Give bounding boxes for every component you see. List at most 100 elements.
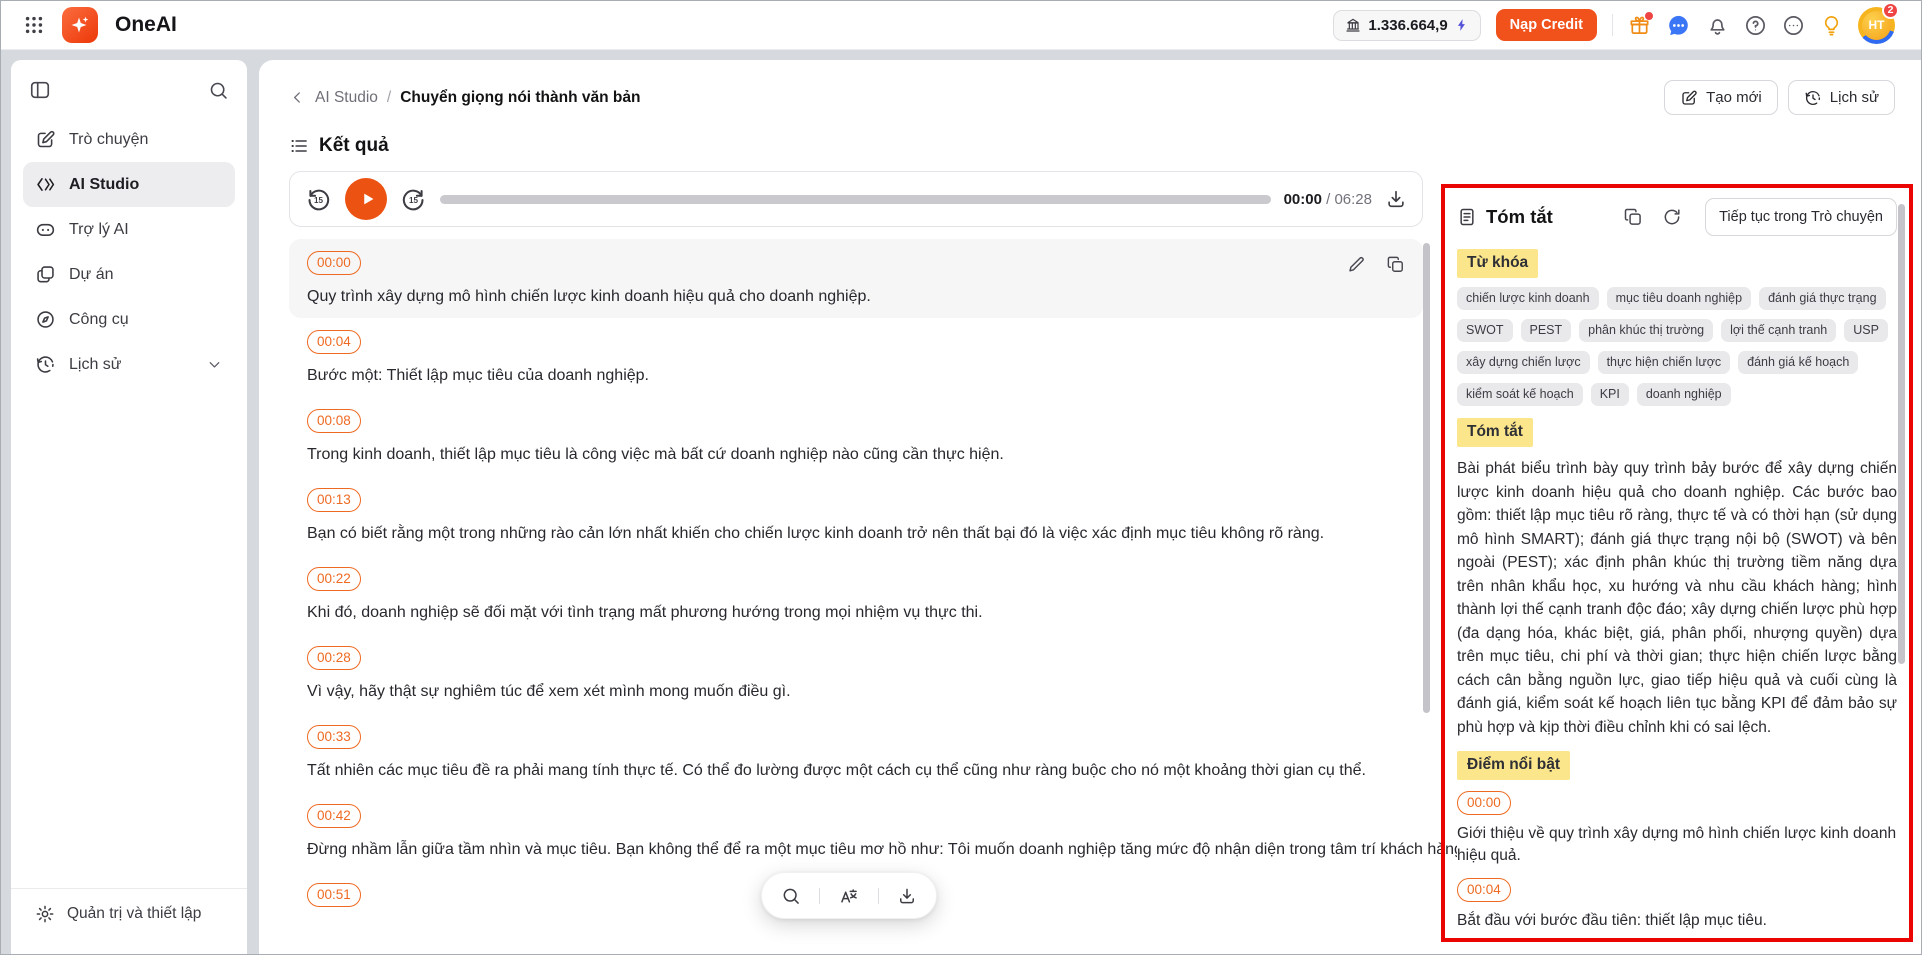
keywords-row: xây dựng chiến lược thực hiện chiến lược… (1457, 351, 1897, 374)
sidebar-item-history[interactable]: Lịch sử (23, 342, 235, 387)
sidebar-item-label: Dự án (69, 265, 114, 283)
keyword-tag[interactable]: kiểm soát kế hoạch (1457, 383, 1583, 406)
breadcrumb-current: Chuyển giọng nói thành văn bản (400, 88, 641, 106)
segment-timestamp[interactable]: 00:22 (307, 567, 361, 591)
chat-bubble-icon[interactable] (1666, 13, 1691, 38)
keyword-tag[interactable]: KPI (1590, 383, 1629, 406)
avatar[interactable]: HT 2 (1858, 1, 1899, 44)
credit-balance-pill[interactable]: 1.336.664,9 (1333, 9, 1481, 41)
keyword-tag[interactable]: mục tiêu doanh nghiệp (1606, 287, 1752, 310)
keyword-tag[interactable]: đánh giá kế hoạch (1738, 351, 1859, 374)
segment-timestamp[interactable]: 00:00 (307, 251, 361, 275)
download-icon[interactable] (897, 886, 917, 906)
forward-15-icon[interactable]: 15 (400, 186, 427, 213)
seek-bar[interactable] (440, 194, 1271, 204)
idea-lamp-icon[interactable] (1820, 14, 1843, 37)
keyword-tag[interactable]: phân khúc thị trường (1579, 319, 1714, 342)
history-button[interactable]: Lịch sử (1787, 80, 1895, 115)
rewind-15-icon[interactable]: 15 (305, 186, 332, 213)
search-icon[interactable] (208, 80, 229, 101)
sidebar-item-tools[interactable]: Công cụ (23, 297, 235, 342)
transcript-segment[interactable]: 00:33 Tất nhiên các mục tiêu đề ra phải … (289, 713, 1423, 792)
sidebar-nav: Trò chuyện AI Studio Trợ lý AI Dự án Côn… (11, 113, 247, 391)
copy-icon[interactable] (1386, 255, 1405, 274)
gift-icon[interactable] (1628, 11, 1653, 37)
list-icon (289, 136, 309, 156)
breadcrumb-parent[interactable]: AI Studio (315, 89, 378, 107)
sidebar-item-projects[interactable]: Dự án (23, 252, 235, 297)
results-title-label: Kết quả (319, 135, 389, 156)
translate-icon[interactable] (839, 886, 859, 906)
copy-summary-icon[interactable] (1623, 207, 1643, 227)
notification-count-badge: 2 (1882, 1, 1899, 19)
toolbar-divider (819, 887, 821, 904)
player-time-separator: / (1326, 190, 1331, 208)
bell-icon[interactable] (1706, 14, 1729, 37)
segment-text: Vì vậy, hãy thật sự nghiêm túc để xem xé… (307, 683, 791, 700)
play-button[interactable] (345, 178, 387, 220)
segment-timestamp[interactable]: 00:33 (307, 725, 361, 749)
credit-balance: 1.336.664,9 (1368, 16, 1448, 34)
transcript-segment[interactable]: 00:04 Bước một: Thiết lập mục tiêu của d… (289, 318, 1423, 397)
segment-timestamp[interactable]: 00:13 (307, 488, 361, 512)
continue-in-chat-button[interactable]: Tiếp tục trong Trò chuyện (1705, 198, 1897, 236)
keyword-tag[interactable]: thực hiện chiến lược (1597, 351, 1731, 374)
sidebar-item-chat[interactable]: Trò chuyện (23, 117, 235, 162)
sidebar-footer-label: Quản trị và thiết lập (67, 905, 202, 922)
svg-text:15: 15 (409, 195, 418, 204)
keyword-tag[interactable]: đánh giá thực trạng (1759, 287, 1886, 310)
segment-timestamp[interactable]: 00:28 (307, 646, 361, 670)
segment-text: Bạn có biết rằng một trong những rào cản… (307, 525, 1325, 542)
more-icon[interactable] (1782, 14, 1805, 37)
download-audio-icon[interactable] (1385, 188, 1407, 210)
segment-timestamp[interactable]: 00:04 (307, 330, 361, 354)
sidebar-item-admin-settings[interactable]: Quản trị và thiết lập (11, 888, 247, 954)
summary-label: Tóm tắt (1457, 418, 1533, 447)
player-time: 00:00 / 06:28 (1284, 191, 1372, 208)
transcript-segment[interactable]: 00:28 Vì vậy, hãy thật sự nghiêm túc để … (289, 634, 1423, 713)
highlight-text: Bắt đầu với bước đầu tiên: thiết lập mục… (1457, 912, 1767, 929)
keyword-tag[interactable]: lợi thế cạnh tranh (1721, 319, 1837, 342)
segment-timestamp[interactable]: 00:51 (307, 883, 361, 907)
keyword-tag[interactable]: SWOT (1457, 319, 1513, 342)
highlight-timestamp[interactable]: 00:04 (1457, 878, 1511, 902)
segment-text: Quy trình xây dựng mô hình chiến lược ki… (307, 288, 871, 305)
main-scrollbar[interactable] (1423, 243, 1430, 713)
search-icon[interactable] (781, 886, 801, 906)
history-label: Lịch sử (1829, 89, 1879, 106)
keyword-tag[interactable]: chiến lược kinh doanh (1457, 287, 1599, 310)
sidebar-item-ai-studio[interactable]: AI Studio (23, 162, 235, 207)
transcript-segment[interactable]: 00:22 Khi đó, doanh nghiệp sẽ đối mặt vớ… (289, 555, 1423, 634)
oneai-logo-icon[interactable] (62, 7, 98, 43)
sidebar-item-label: Công cụ (69, 310, 129, 328)
transcript-list: 00:00 Quy trình xây dựng mô hình chiến l… (289, 239, 1468, 919)
audio-player: 15 15 00:00 / 06:28 (289, 171, 1423, 227)
create-new-button[interactable]: Tạo mới (1664, 80, 1778, 115)
segment-text: Khi đó, doanh nghiệp sẽ đối mặt với tình… (307, 604, 983, 621)
panel-toggle-icon[interactable] (29, 79, 51, 101)
segment-timestamp[interactable]: 00:08 (307, 409, 361, 433)
transcript-segment[interactable]: 00:00 Quy trình xây dựng mô hình chiến l… (289, 239, 1423, 318)
keyword-tag[interactable]: USP (1844, 319, 1888, 342)
segment-text: Đừng nhầm lẫn giữa tầm nhìn và mục tiêu.… (307, 841, 1468, 858)
refresh-summary-icon[interactable] (1662, 207, 1682, 227)
transcript-segment[interactable]: 00:13 Bạn có biết rằng một trong những r… (289, 476, 1423, 555)
highlight-item: 00:00 Giới thiệu về quy trình xây dựng m… (1457, 791, 1897, 867)
keyword-tag[interactable]: PEST (1520, 319, 1572, 342)
topup-credit-button[interactable]: Nạp Credit (1495, 9, 1597, 41)
highlight-timestamp[interactable]: 00:00 (1457, 791, 1511, 815)
pencil-icon[interactable] (1347, 255, 1366, 274)
history-icon (1804, 89, 1822, 107)
grid-menu-icon[interactable] (23, 14, 45, 36)
chevron-left-icon[interactable] (289, 89, 306, 106)
transcript-segment[interactable]: 00:42 Đừng nhầm lẫn giữa tầm nhìn và mục… (289, 792, 1468, 871)
segment-timestamp[interactable]: 00:42 (307, 804, 361, 828)
history-icon (35, 354, 56, 375)
topbar: OneAI 1.336.664,9 Nạp Credit HT 2 (1, 1, 1921, 50)
summary-panel-scrollbar[interactable] (1898, 204, 1905, 664)
sidebar-item-assistant[interactable]: Trợ lý AI (23, 207, 235, 252)
transcript-segment[interactable]: 00:08 Trong kinh doanh, thiết lập mục ti… (289, 397, 1423, 476)
keyword-tag[interactable]: xây dựng chiến lược (1457, 351, 1590, 374)
keyword-tag[interactable]: doanh nghiệp (1636, 383, 1731, 406)
help-icon[interactable] (1744, 14, 1767, 37)
